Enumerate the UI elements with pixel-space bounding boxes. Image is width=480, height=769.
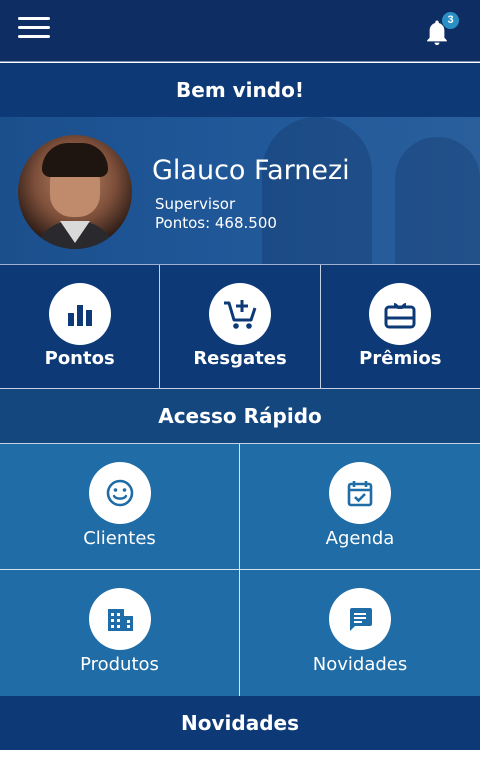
gift-card-icon bbox=[369, 283, 432, 345]
profile-name: Glauco Farnezi bbox=[152, 155, 350, 186]
profile-role: Supervisor bbox=[155, 195, 236, 213]
background-person-silhouette bbox=[395, 137, 480, 264]
quick-tile-clientes[interactable]: Clientes bbox=[0, 444, 240, 570]
profile-card: Glauco Farnezi Supervisor Pontos: 468.50… bbox=[0, 117, 480, 265]
tile-pontos[interactable]: Pontos bbox=[0, 265, 161, 389]
tile-label: Pontos bbox=[44, 348, 115, 369]
bar-chart-icon bbox=[48, 283, 111, 345]
cart-add-icon bbox=[208, 283, 271, 345]
notifications-button[interactable]: 3 bbox=[420, 12, 459, 52]
quick-access-grid: Clientes Agenda Produtos Novidades bbox=[0, 444, 480, 696]
background-person-silhouette bbox=[262, 117, 372, 264]
main-tiles: Pontos Resgates Prêmios bbox=[0, 265, 480, 389]
top-app-bar: 3 bbox=[0, 0, 480, 62]
tile-label: Resgates bbox=[193, 348, 287, 369]
building-icon bbox=[89, 588, 151, 650]
tile-premios[interactable]: Prêmios bbox=[320, 265, 480, 389]
quick-tile-produtos[interactable]: Produtos bbox=[0, 570, 240, 696]
avatar[interactable] bbox=[18, 135, 132, 249]
tile-label: Clientes bbox=[83, 528, 156, 549]
quick-tile-agenda[interactable]: Agenda bbox=[240, 444, 480, 570]
tile-label: Agenda bbox=[325, 528, 395, 549]
smiley-icon bbox=[89, 462, 151, 524]
calendar-check-icon bbox=[329, 462, 391, 524]
tile-label: Prêmios bbox=[359, 348, 442, 369]
quick-tile-novidades[interactable]: Novidades bbox=[240, 570, 480, 696]
novidades-section-header: Novidades bbox=[0, 696, 480, 750]
tile-label: Novidades bbox=[312, 654, 408, 675]
hamburger-menu-icon[interactable] bbox=[18, 17, 50, 41]
welcome-banner: Bem vindo! bbox=[0, 63, 480, 117]
quick-access-header: Acesso Rápido bbox=[0, 389, 480, 444]
tile-label: Produtos bbox=[80, 654, 159, 675]
notification-count-badge: 3 bbox=[442, 12, 459, 29]
chat-message-icon bbox=[329, 588, 391, 650]
profile-points: Pontos: 468.500 bbox=[155, 214, 277, 232]
tile-resgates[interactable]: Resgates bbox=[160, 265, 321, 389]
